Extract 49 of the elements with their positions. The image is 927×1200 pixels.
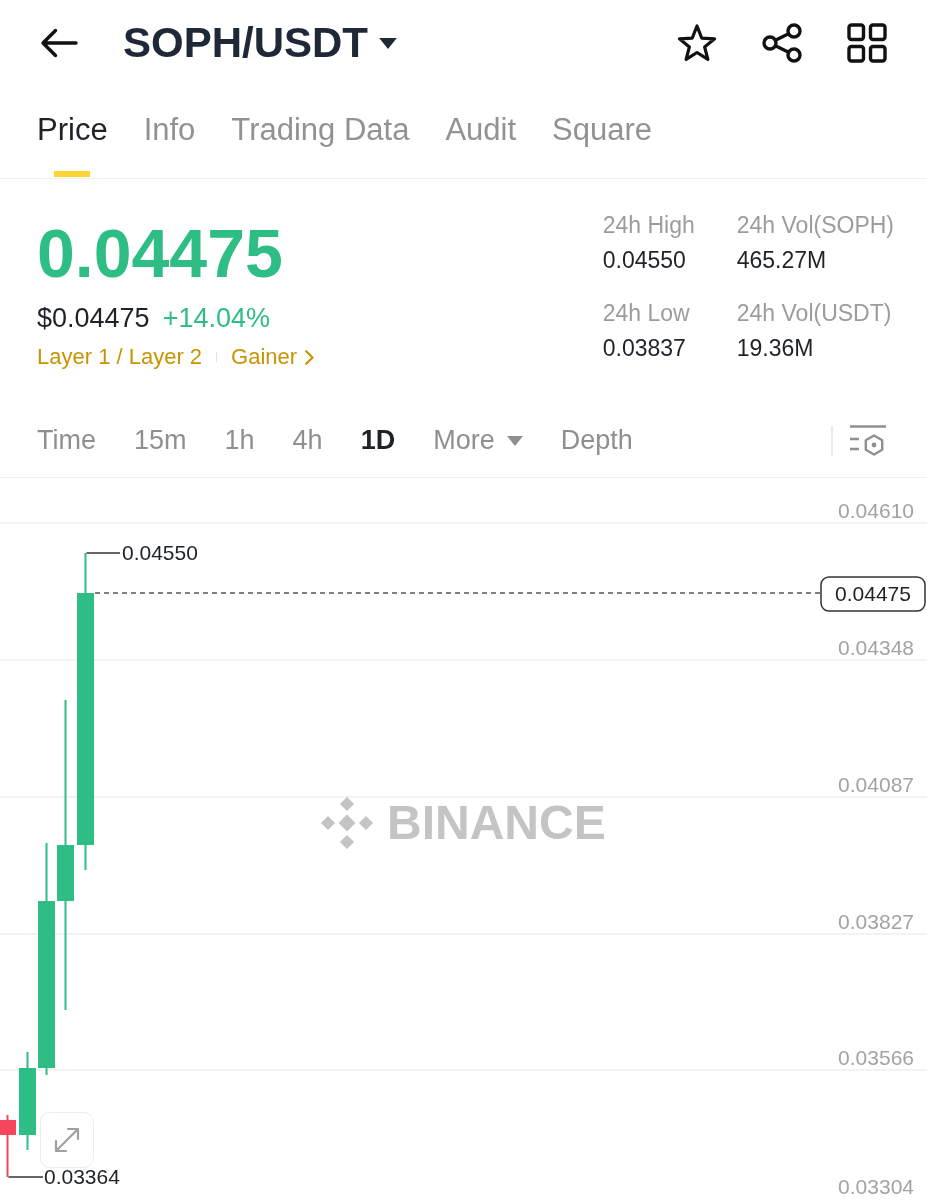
stat-label: 24h High	[602, 211, 695, 240]
tab[interactable]: Price	[37, 86, 108, 178]
fiat-price: $0.04475	[37, 302, 150, 335]
leader-line	[7, 1176, 44, 1178]
interval-tab[interactable]: 15m	[134, 425, 187, 456]
interval-tab[interactable]: 4h	[292, 425, 323, 456]
stat-label: 24h Low	[602, 299, 690, 328]
category-tag[interactable]: Layer 1 / Layer 2	[37, 343, 203, 371]
expand-button[interactable]	[40, 1112, 94, 1168]
tab[interactable]: Square	[552, 86, 653, 178]
stat-value: 0.03837	[602, 334, 686, 363]
high-price-label: 0.04550	[122, 541, 198, 564]
caret-icon	[506, 435, 523, 446]
chart-settings-icon[interactable]	[849, 424, 887, 457]
back-arrow-icon[interactable]	[40, 28, 78, 58]
low-price-label: 0.03364	[44, 1165, 120, 1188]
price-axis-label: 0.04087	[838, 773, 914, 796]
stat-value: 0.04550	[602, 246, 686, 275]
price-axis-label: 0.03827	[838, 910, 914, 933]
watermark-text: BINANCE	[387, 796, 606, 849]
price-axis-label: 0.04610	[838, 499, 914, 522]
interval-tab[interactable]: Time	[37, 425, 96, 456]
interval-tab[interactable]: More	[433, 425, 523, 456]
price-axis-label: 0.03304	[838, 1175, 914, 1198]
diamond-logo-icon	[320, 796, 374, 850]
tab[interactable]: Trading Data	[231, 86, 410, 178]
expand-icon	[53, 1126, 81, 1154]
tab[interactable]: Audit	[445, 86, 517, 178]
category-tag[interactable]: Gainer	[231, 343, 315, 371]
price-axis-label: 0.03566	[838, 1046, 914, 1069]
tab[interactable]: Info	[143, 86, 196, 178]
share-icon[interactable]	[761, 22, 803, 64]
last-price: 0.04475	[37, 214, 283, 293]
stat-value: 465.27M	[736, 246, 827, 275]
interval-tab[interactable]: Depth	[560, 425, 633, 456]
grid-icon[interactable]	[847, 23, 887, 63]
price-axis-label: 0.04348	[838, 636, 914, 659]
stat-label: 24h Vol(SOPH)	[736, 211, 894, 240]
last-price-tag: 0.04475	[820, 576, 926, 612]
leader-line	[85, 552, 121, 554]
price-change: +14.04%	[162, 302, 270, 335]
pair-selector[interactable]: SOPH/USDT	[123, 19, 398, 67]
caret-icon	[379, 37, 398, 49]
interval-tab[interactable]: 1h	[224, 425, 255, 456]
stat-label: 24h Vol(USDT)	[736, 299, 892, 328]
interval-tab[interactable]: 1D	[360, 425, 396, 456]
stat-value: 19.36M	[736, 334, 814, 363]
star-icon[interactable]	[677, 23, 717, 63]
chevron-right-icon	[305, 349, 315, 365]
